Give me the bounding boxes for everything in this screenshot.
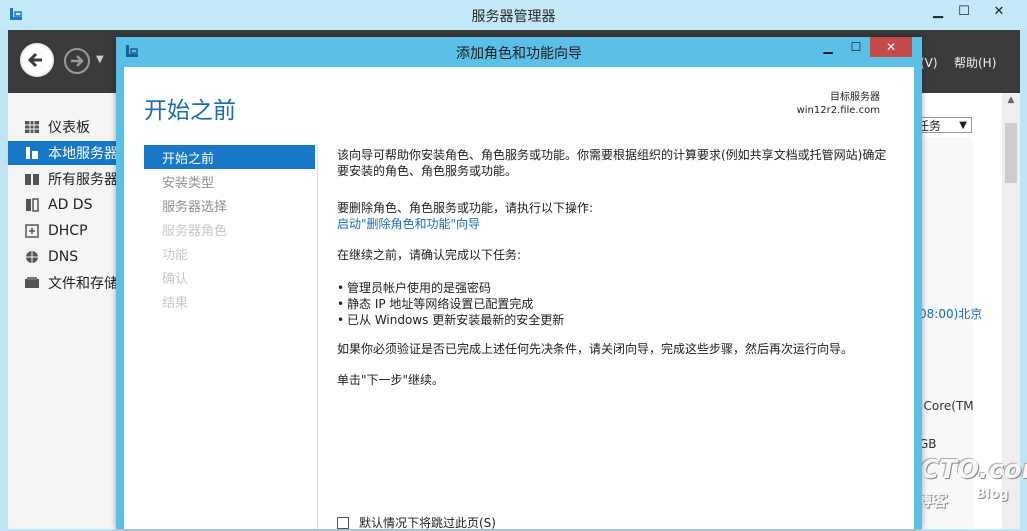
prerequisite-list: • 管理员帐户使用的是强密码 • 静态 IP 地址等网络设置已配置完成 • 已从 Wi… xyxy=(337,280,897,328)
server-manager-title-bar: 服务器管理器 ▁ ☐ ✕ xyxy=(0,0,1027,30)
target-server-info: 目标服务器 win12r2.file.com xyxy=(797,91,880,117)
sidebar-item-dhcp[interactable]: DHCP xyxy=(8,219,118,243)
intro-text-line1: 该向导可帮助你安装角色、角色服务或功能。你需要根据组织的计算要求(例如共享文档或… xyxy=(337,148,887,162)
list-item: • 管理员帐户使用的是强密码 xyxy=(337,281,492,295)
menu-help[interactable]: 帮助(H) xyxy=(954,54,996,71)
sidebar-item-label: DNS xyxy=(48,249,79,265)
sidebar-item-file-storage[interactable]: 文件和存储 xyxy=(8,271,118,295)
forward-button[interactable] xyxy=(64,48,90,74)
servers-icon xyxy=(25,174,39,185)
wizard-maximize-button[interactable]: ☐ xyxy=(842,37,870,57)
sidebar-item-all-servers[interactable]: 所有服务器 xyxy=(8,167,118,191)
wizard-content: 开始之前 目标服务器 win12r2.file.com 开始之前 安装类型 服务… xyxy=(124,67,914,531)
skip-page-option[interactable]: 默认情况下将跳过此页(S) xyxy=(337,514,496,531)
server-manager-window-controls: ▁ ☐ ✕ xyxy=(925,0,1021,22)
wizard-window-controls: ▁ ☐ ✕ xyxy=(814,37,912,57)
add-roles-wizard-window: 添加角色和功能向导 ▁ ☐ ✕ 开始之前 目标服务器 win12r2.file.… xyxy=(116,37,922,531)
sidebar-item-ad-ds[interactable]: AD DS xyxy=(8,193,118,217)
maximize-button[interactable]: ☐ xyxy=(951,0,977,22)
bullet-icon: • xyxy=(337,313,345,327)
step-server-selection[interactable]: 服务器选择 xyxy=(144,193,315,217)
sidebar-item-local-server[interactable]: 本地服务器 xyxy=(8,141,118,165)
close-button[interactable]: ✕ xyxy=(977,0,1021,22)
ad-ds-icon xyxy=(26,198,39,212)
wizard-minimize-button[interactable]: ▁ xyxy=(814,37,842,57)
sidebar-item-label: AD DS xyxy=(48,197,93,213)
step-confirmation: 确认 xyxy=(162,271,189,287)
wizard-close-button[interactable]: ✕ xyxy=(870,37,912,57)
step-results: 结果 xyxy=(162,295,189,311)
arrow-right-icon xyxy=(71,55,84,67)
bullet-icon: • xyxy=(337,297,345,311)
steps-divider xyxy=(317,145,318,529)
skip-page-checkbox[interactable] xyxy=(337,516,349,529)
skip-page-label[interactable]: 默认情况下将跳过此页(S) xyxy=(359,514,496,531)
dhcp-icon xyxy=(25,224,39,238)
dns-icon xyxy=(26,251,38,263)
page-title: 开始之前 xyxy=(144,98,236,124)
remove-instructions: 要删除角色、角色服务或功能，请执行以下操作: xyxy=(337,201,594,215)
list-item: • 静态 IP 地址等网络设置已配置完成 xyxy=(337,297,534,311)
remove-roles-wizard-link[interactable]: 启动"删除角色和功能"向导 xyxy=(337,216,897,232)
scroll-up-icon[interactable]: ▲ xyxy=(1002,95,1020,109)
sidebar-item-label: 所有服务器 xyxy=(48,172,118,188)
minimize-icon: ▁ xyxy=(933,3,943,19)
sidebar-item-dns[interactable]: DNS xyxy=(8,245,118,269)
step-installation-type[interactable]: 安装类型 xyxy=(144,169,315,193)
history-dropdown-icon[interactable]: ▼ xyxy=(96,54,104,65)
server-icon xyxy=(26,147,38,159)
maximize-icon: ☐ xyxy=(850,40,862,54)
wizard-main-text: 该向导可帮助你安装角色、角色服务或功能。你需要根据组织的计算要求(例如共享文档或… xyxy=(337,147,897,388)
back-button[interactable] xyxy=(20,43,54,77)
step-before-you-begin[interactable]: 开始之前 xyxy=(144,145,315,169)
before-text: 在继续之前，请确认完成以下任务: xyxy=(337,248,522,262)
close-icon: ✕ xyxy=(993,3,1005,19)
minimize-button[interactable]: ▁ xyxy=(925,0,951,22)
watermark-blog: Blog xyxy=(976,487,1009,502)
intro-text-line2: 要安装的角色、角色服务或功能。 xyxy=(337,164,518,178)
target-server-label: 目标服务器 xyxy=(830,92,880,103)
verify-text: 如果你必须验证是否已完成上述任何先决条件，请关闭向导，完成这些步骤，然后再次运行… xyxy=(337,342,854,356)
sidebar-item-label: 仪表板 xyxy=(48,120,90,136)
timezone-value[interactable]: 08:00)北京 xyxy=(919,305,982,322)
bullet-icon: • xyxy=(337,281,345,295)
scroll-thumb[interactable] xyxy=(1005,123,1017,183)
sidebar-item-label: DHCP xyxy=(48,223,88,239)
processor-value: ) Core(TM xyxy=(915,399,974,413)
sidebar-item-label: 文件和存储 xyxy=(48,276,118,292)
sidebar-item-dashboard[interactable]: 仪表板 xyxy=(8,115,118,139)
next-instruction: 单击"下一步"继续。 xyxy=(337,373,445,387)
wizard-title: 添加角色和功能向导 xyxy=(456,46,582,62)
close-icon: ✕ xyxy=(885,40,897,54)
wizard-steps: 开始之前 安装类型 服务器选择 服务器角色 功能 确认 结果 xyxy=(144,145,315,529)
list-item: • 已从 Windows 更新安装最新的安全更新 xyxy=(337,313,565,327)
chevron-down-icon: ▼ xyxy=(959,120,967,131)
maximize-icon: ☐ xyxy=(958,3,970,19)
step-features: 功能 xyxy=(162,247,189,263)
dashboard-icon xyxy=(25,121,39,133)
target-server-name: win12r2.file.com xyxy=(796,105,880,116)
minimize-icon: ▁ xyxy=(823,40,833,54)
storage-icon xyxy=(25,277,39,288)
server-manager-sidebar: 仪表板 本地服务器 所有服务器 AD DS DHCP DNS 文件和存储 xyxy=(8,93,118,529)
sidebar-item-label: 本地服务器 xyxy=(48,146,118,162)
server-manager-title: 服务器管理器 xyxy=(471,9,556,25)
step-server-roles: 服务器角色 xyxy=(162,223,228,239)
wizard-title-bar: 添加角色和功能向导 ▁ ☐ ✕ xyxy=(116,37,922,67)
arrow-left-icon xyxy=(27,52,42,68)
